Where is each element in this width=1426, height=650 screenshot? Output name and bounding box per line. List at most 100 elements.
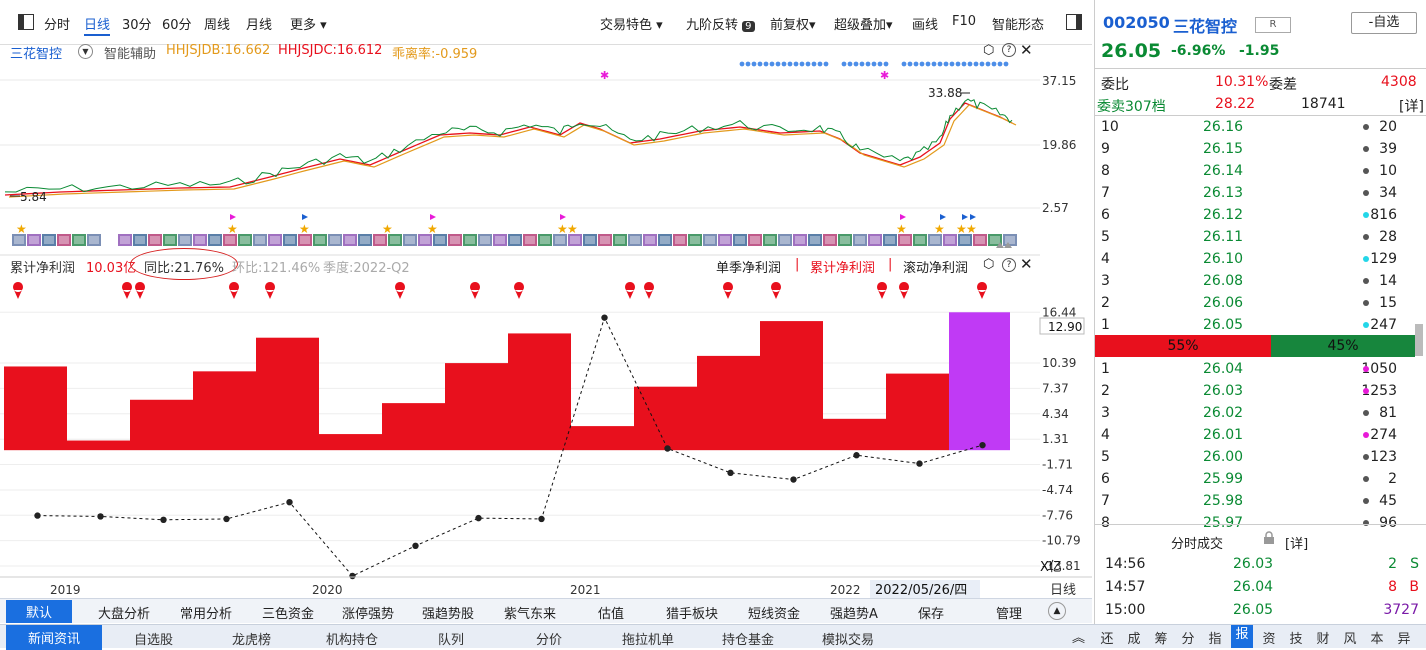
side-tab[interactable]: 指 bbox=[1204, 628, 1226, 647]
smart-pattern-button[interactable]: 智能形态 bbox=[992, 14, 1044, 33]
report-pin-icon[interactable] bbox=[723, 282, 734, 299]
ticks-detail[interactable]: [详] bbox=[1285, 533, 1308, 552]
report-pin-icon[interactable] bbox=[771, 282, 782, 299]
bid-row[interactable]: 1 26.04 1050 bbox=[1095, 358, 1426, 380]
period-tab-intraday[interactable]: 分时 bbox=[44, 14, 70, 33]
ask-row[interactable]: 8 26.14 10 bbox=[1095, 160, 1426, 182]
side-tab[interactable]: 异 bbox=[1393, 628, 1415, 647]
main-chart[interactable]: 37.15 19.86 2.57 33.88 5.84 ✱ ✱ ★ ★ ★ ★ ★ ★ ★ ★… bbox=[0, 44, 1092, 598]
bid-row[interactable]: 2 26.03 1253 bbox=[1095, 380, 1426, 402]
ask-row[interactable]: 4 26.10 129 bbox=[1095, 248, 1426, 270]
bottom-tab[interactable]: 新闻资讯 bbox=[6, 625, 103, 650]
bid-row[interactable]: 8 25.97 96 bbox=[1095, 512, 1426, 534]
watch-button[interactable]: -自选 bbox=[1351, 12, 1417, 34]
collapse-icon[interactable]: ︽ bbox=[1072, 627, 1085, 646]
report-pin-icon[interactable] bbox=[977, 282, 988, 299]
ask-row[interactable]: 5 26.11 28 bbox=[1095, 226, 1426, 248]
funcbar-item[interactable]: 涨停强势 bbox=[342, 603, 394, 622]
ask-row[interactable]: 1 26.05 247 bbox=[1095, 314, 1426, 336]
bid-row[interactable]: 4 26.01 274 bbox=[1095, 424, 1426, 446]
profit-help-icon[interactable]: ? bbox=[1002, 258, 1016, 272]
bottom-tab[interactable]: 自选股 bbox=[134, 629, 173, 648]
side-tab[interactable]: 技 bbox=[1285, 628, 1307, 647]
funcbar-item[interactable]: 猎手板块 bbox=[666, 603, 718, 622]
bid-row[interactable]: 7 25.98 45 bbox=[1095, 490, 1426, 512]
side-tab[interactable]: 本 bbox=[1366, 628, 1388, 647]
side-tab[interactable]: 还 bbox=[1096, 628, 1118, 647]
profit-close-icon[interactable]: ✕ bbox=[1020, 255, 1033, 273]
profit-settings-icon[interactable]: ⬡ bbox=[983, 257, 994, 272]
report-pin-icon[interactable] bbox=[644, 282, 655, 299]
report-pin-icon[interactable] bbox=[135, 282, 146, 299]
funcbar-item[interactable]: 紫气东来 bbox=[504, 603, 556, 622]
funcbar-item[interactable]: 保存 bbox=[918, 603, 944, 622]
period-tab-daily[interactable]: 日线 bbox=[84, 14, 111, 36]
bid-row[interactable]: 3 26.02 81 bbox=[1095, 402, 1426, 424]
scrollbar-thumb[interactable] bbox=[1415, 324, 1423, 356]
report-pin-icon[interactable] bbox=[122, 282, 133, 299]
overlay-menu[interactable]: 超级叠加▾ bbox=[834, 14, 893, 33]
funcbar-item[interactable]: 大盘分析 bbox=[98, 603, 150, 622]
bid-row[interactable]: 5 26.00 123 bbox=[1095, 446, 1426, 468]
funcbar-item[interactable]: 默认 bbox=[6, 600, 73, 623]
side-panel-toggle-icon[interactable] bbox=[1066, 14, 1082, 30]
funcbar-expand-icon[interactable]: ▲ bbox=[1048, 602, 1066, 620]
report-pin-icon[interactable] bbox=[470, 282, 481, 299]
more-menu[interactable]: 更多 ▾ bbox=[290, 14, 327, 33]
period-tab-weekly[interactable]: 周线 bbox=[204, 14, 230, 33]
bottom-tab[interactable]: 队列 bbox=[438, 629, 464, 648]
toggle-single-quarter[interactable]: 单季净利润 bbox=[716, 257, 781, 276]
bid-row[interactable]: 6 25.99 2 bbox=[1095, 468, 1426, 490]
report-pin-icon[interactable] bbox=[877, 282, 888, 299]
period-tab-30min[interactable]: 30分 bbox=[122, 14, 152, 33]
draw-line-button[interactable]: 画线 bbox=[912, 14, 938, 33]
bottom-tab[interactable]: 分价 bbox=[536, 629, 562, 648]
report-pin-icon[interactable] bbox=[265, 282, 276, 299]
event-marker-row[interactable]: ★ ★ ★ ★ ★ ★ ★ ★ ★ ★ ★ bbox=[12, 214, 1017, 248]
funcbar-item[interactable]: 常用分析 bbox=[180, 603, 232, 622]
sell307-detail[interactable]: [详] bbox=[1399, 96, 1424, 116]
side-tab[interactable]: 分 bbox=[1177, 628, 1199, 647]
period-tab-monthly[interactable]: 月线 bbox=[246, 14, 272, 33]
funcbar-item[interactable]: 强趋势股 bbox=[422, 603, 474, 622]
ask-row[interactable]: 3 26.08 14 bbox=[1095, 270, 1426, 292]
bottom-tab[interactable]: 模拟交易 bbox=[822, 629, 874, 648]
side-tab[interactable]: 资 bbox=[1258, 628, 1280, 647]
report-pin-icon[interactable] bbox=[13, 282, 24, 299]
side-tab[interactable]: 筹 bbox=[1150, 628, 1172, 647]
ask-row[interactable]: 7 26.13 34 bbox=[1095, 182, 1426, 204]
report-pin-icon[interactable] bbox=[514, 282, 525, 299]
side-tab[interactable]: 成 bbox=[1123, 628, 1145, 647]
bottom-tab[interactable]: 龙虎榜 bbox=[232, 629, 271, 648]
funcbar-item[interactable]: 短线资金 bbox=[748, 603, 800, 622]
toggle-rolling[interactable]: 滚动净利润 bbox=[903, 257, 968, 276]
adjust-menu[interactable]: 前复权▾ bbox=[770, 14, 816, 33]
bottom-tab[interactable]: 机构持仓 bbox=[326, 629, 378, 648]
bottom-tab[interactable]: 拖拉机单 bbox=[622, 629, 674, 648]
lock-icon[interactable] bbox=[1263, 531, 1275, 544]
ask-row[interactable]: 6 26.12 816 bbox=[1095, 204, 1426, 226]
report-pin-icon[interactable] bbox=[395, 282, 406, 299]
side-tab[interactable]: 风 bbox=[1339, 628, 1361, 647]
report-pin-row[interactable] bbox=[13, 282, 988, 299]
ask-row[interactable]: 9 26.15 39 bbox=[1095, 138, 1426, 160]
report-pin-icon[interactable] bbox=[229, 282, 240, 299]
report-pin-icon[interactable] bbox=[899, 282, 910, 299]
nine-reversal-button[interactable]: 九阶反转 9 bbox=[686, 14, 755, 33]
ask-row[interactable]: 2 26.06 15 bbox=[1095, 292, 1426, 314]
profit-unit: X亿 bbox=[1040, 560, 1062, 575]
side-tab[interactable]: 报 bbox=[1231, 625, 1253, 648]
funcbar-item[interactable]: 估值 bbox=[598, 603, 624, 622]
f10-button[interactable]: F10 bbox=[952, 14, 976, 29]
bottom-tab[interactable]: 持仓基金 bbox=[722, 629, 774, 648]
side-tab[interactable]: 财 bbox=[1312, 628, 1334, 647]
funcbar-item[interactable]: 三色资金 bbox=[262, 603, 314, 622]
trade-feature-menu[interactable]: 交易特色 ▾ bbox=[600, 14, 663, 33]
ask-row[interactable]: 10 26.16 20 bbox=[1095, 116, 1426, 138]
toggle-cumulative[interactable]: 累计净利润 bbox=[810, 257, 875, 276]
funcbar-item[interactable]: 管理 bbox=[996, 603, 1022, 622]
layout-toggle-icon[interactable] bbox=[18, 14, 34, 30]
report-pin-icon[interactable] bbox=[625, 282, 636, 299]
period-tab-60min[interactable]: 60分 bbox=[162, 14, 192, 33]
funcbar-item[interactable]: 强趋势A bbox=[830, 603, 878, 622]
